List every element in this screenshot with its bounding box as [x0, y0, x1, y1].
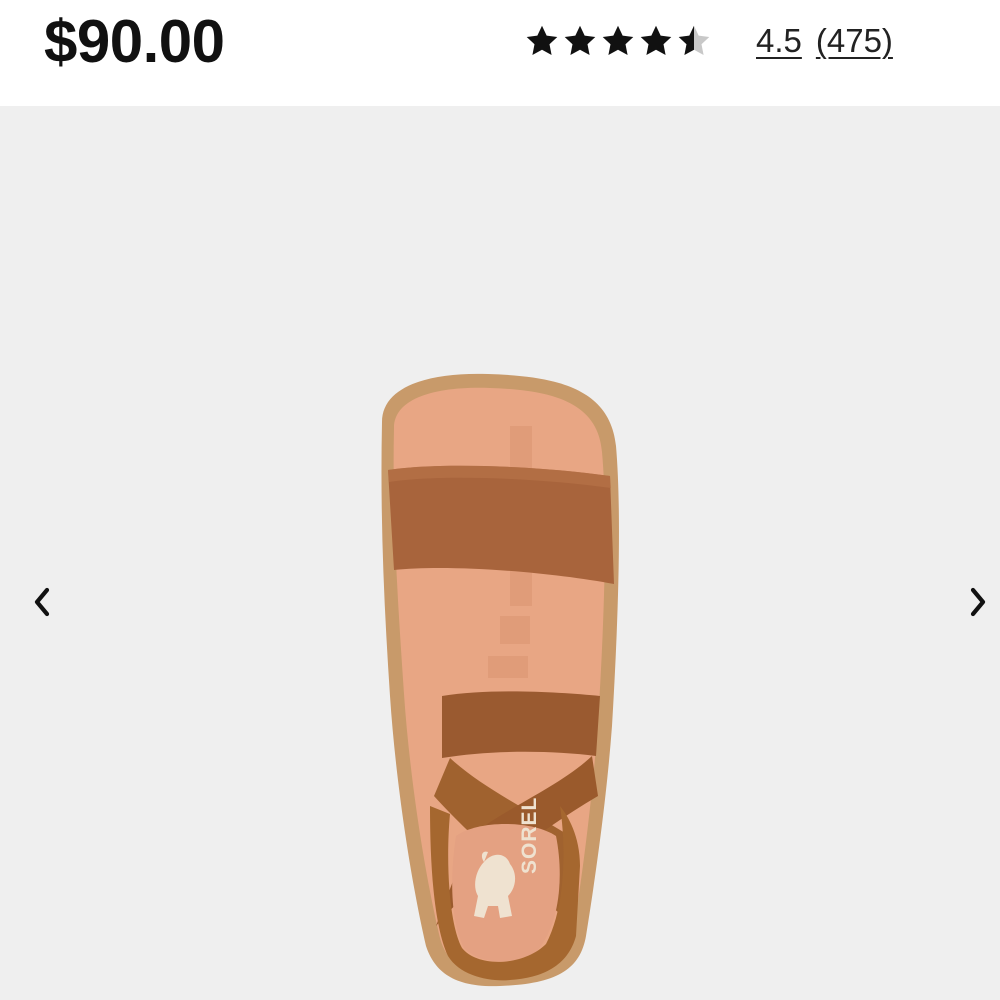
product-rating: 4.5 (475) — [524, 16, 893, 66]
product-price: $90.00 — [44, 8, 225, 75]
chevron-right-icon — [966, 586, 990, 623]
rating-stars — [524, 23, 712, 59]
review-count-link[interactable]: (475) — [816, 16, 893, 66]
product-header: $90.00 4.5 (475) — [0, 0, 1000, 106]
gallery-next-button[interactable] — [958, 584, 998, 624]
product-image-gallery[interactable]: SOREL — [0, 106, 1000, 1000]
star-half-icon — [676, 23, 712, 59]
star-icon — [638, 23, 674, 59]
rating-value-link[interactable]: 4.5 — [756, 16, 802, 66]
chevron-left-icon — [30, 586, 54, 623]
product-page: $90.00 4.5 (475) SOREL — [0, 0, 1000, 1000]
gallery-prev-button[interactable] — [22, 584, 62, 624]
product-image-sandal: SOREL — [360, 366, 640, 1000]
star-icon — [600, 23, 636, 59]
star-icon — [562, 23, 598, 59]
svg-text:SOREL: SOREL — [518, 797, 541, 874]
star-icon — [524, 23, 560, 59]
